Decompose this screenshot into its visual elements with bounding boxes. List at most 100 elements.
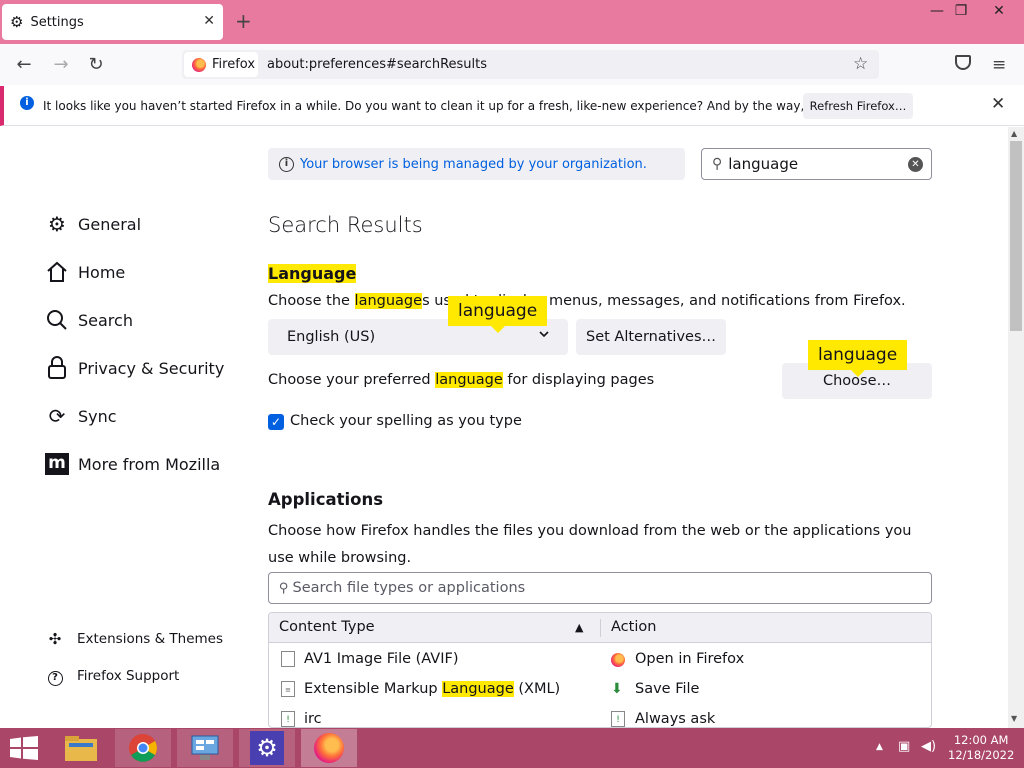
applications-table: Content Type ▲ Action AV1 Image File (AV…: [268, 612, 932, 728]
forward-button[interactable]: →: [51, 55, 71, 75]
search-icon: [44, 307, 70, 333]
help-icon: ?: [46, 666, 64, 686]
tab-settings[interactable]: ⚙ Settings ✕: [2, 4, 223, 40]
column-header-action[interactable]: Action: [611, 619, 656, 635]
notification-close-icon[interactable]: ✕: [991, 94, 1005, 114]
preferences-search-input[interactable]: ⚲ language ✕: [701, 148, 932, 180]
network-icon[interactable]: ▣: [898, 739, 910, 754]
windows-start-icon[interactable]: [10, 736, 38, 764]
applications-search-placeholder: Search file types or applications: [292, 580, 526, 596]
refresh-firefox-button[interactable]: Refresh Firefox…: [803, 93, 913, 119]
xml-file-icon: ≡: [281, 681, 295, 697]
sidebar-item-home[interactable]: Home: [44, 259, 125, 285]
content-type-cell: AV1 Image File (AVIF): [304, 651, 459, 667]
sidebar-firefox-support[interactable]: ? Firefox Support: [46, 666, 179, 686]
sidebar-item-label: Home: [78, 262, 126, 282]
sidebar-item-general[interactable]: ⚙ General: [44, 211, 141, 237]
puzzle-icon: ✣: [48, 630, 62, 648]
tab-title: Settings: [30, 14, 84, 30]
search-icon: ⚲: [279, 580, 289, 596]
reload-button[interactable]: ↻: [86, 55, 106, 75]
gear-icon: ⚙: [48, 212, 66, 236]
sync-icon: ⟳: [48, 404, 66, 428]
sidebar-item-sync[interactable]: ⟳ Sync: [44, 403, 117, 429]
gear-icon: ⚙: [10, 13, 24, 31]
sort-ascending-icon: ▲: [575, 621, 584, 634]
preferred-language-text: Choose your preferred language for displ…: [268, 372, 655, 388]
identity-box[interactable]: Firefox: [184, 52, 258, 77]
sidebar-item-search[interactable]: Search: [44, 307, 133, 333]
file-explorer-icon[interactable]: [53, 729, 109, 767]
maximize-button[interactable]: ❐: [946, 2, 976, 22]
lock-icon: [44, 355, 70, 381]
settings-app-icon[interactable]: ⚙: [239, 729, 295, 767]
identity-label: Firefox: [212, 57, 256, 72]
tab-close-icon[interactable]: ✕: [203, 13, 215, 29]
file-icon: [281, 651, 295, 667]
home-icon: [44, 259, 70, 285]
search-icon: ⚲: [712, 156, 723, 172]
column-header-content-type[interactable]: Content Type: [279, 619, 375, 635]
save-file-icon: ⬇: [611, 681, 623, 697]
table-row[interactable]: ≡ Extensible Markup Language (XML) ⬇ Sav…: [269, 675, 931, 705]
managed-notice-text: Your browser is being managed by your or…: [300, 156, 647, 172]
clock[interactable]: 12:00 AM 12/18/2022: [948, 733, 1014, 763]
set-alternatives-button[interactable]: Set Alternatives…: [576, 319, 726, 355]
action-cell: Open in Firefox: [635, 651, 745, 667]
language-description: Choose the languages used to display men…: [268, 293, 906, 309]
language-heading: Language: [268, 264, 357, 283]
firefox-icon: [192, 57, 206, 72]
info-icon: i: [279, 156, 294, 172]
chevron-down-icon: [538, 328, 550, 343]
sidebar-item-label: Sync: [78, 406, 117, 426]
firefox-icon: [611, 653, 625, 667]
always-ask-icon: !: [611, 711, 625, 727]
applications-heading: Applications: [268, 490, 384, 509]
sidebar-item-more-from-mozilla[interactable]: m More from Mozilla: [44, 451, 220, 477]
notification-text: It looks like you haven’t started Firefo…: [43, 99, 899, 113]
sidebar-footer-label: Firefox Support: [77, 668, 180, 684]
clear-search-icon[interactable]: ✕: [908, 157, 923, 172]
spell-check-checkbox[interactable]: ✓: [268, 414, 284, 430]
app-menu-icon[interactable]: ≡: [992, 55, 1006, 75]
scroll-down-arrow-icon[interactable]: ▼: [1011, 714, 1017, 723]
column-divider: [600, 619, 601, 637]
scroll-up-arrow-icon[interactable]: ▲: [1011, 129, 1017, 138]
managed-notice[interactable]: i Your browser is being managed by your …: [268, 148, 685, 180]
sidebar-item-privacy[interactable]: Privacy & Security: [44, 355, 224, 381]
applications-search-input[interactable]: ⚲ Search file types or applications: [268, 572, 932, 604]
action-cell: Always ask: [635, 711, 716, 727]
bookmark-star-icon[interactable]: ☆: [853, 54, 868, 74]
sidebar-footer-label: Extensions & Themes: [77, 631, 224, 647]
clock-date: 12/18/2022: [948, 748, 1015, 762]
sidebar-item-label: Privacy & Security: [78, 358, 225, 378]
url-text[interactable]: about:preferences#searchResults: [267, 57, 487, 72]
table-row[interactable]: ! irc ! Always ask: [269, 705, 931, 727]
show-hidden-icons-icon[interactable]: ▲: [876, 742, 883, 752]
sidebar-item-label: Search: [78, 310, 133, 330]
table-header: Content Type ▲ Action: [269, 613, 931, 643]
search-tooltip: language: [448, 296, 548, 333]
sidebar-extensions-themes[interactable]: ✣ Extensions & Themes: [46, 630, 223, 648]
clock-time: 12:00 AM: [953, 733, 1009, 747]
close-window-button[interactable]: ✕: [984, 2, 1014, 22]
scrollbar-thumb[interactable]: [1010, 141, 1022, 331]
sidebar-item-label: General: [78, 214, 142, 234]
search-tooltip: language: [808, 340, 908, 377]
mozilla-icon: m: [44, 451, 70, 477]
volume-icon[interactable]: ◀): [921, 739, 936, 754]
back-button[interactable]: ←: [14, 55, 34, 75]
spell-check-label[interactable]: Check your spelling as you type: [290, 413, 522, 429]
control-panel-icon[interactable]: [177, 729, 233, 767]
content-type-cell: Extensible Markup Language (XML): [304, 681, 561, 697]
language-selected-value: English (US): [287, 329, 376, 345]
content-type-cell: irc: [304, 711, 322, 727]
new-tab-button[interactable]: +: [235, 10, 252, 32]
search-value: language: [728, 155, 799, 173]
page-title: Search Results: [268, 213, 423, 237]
chrome-icon[interactable]: [115, 729, 171, 767]
applications-description: Choose how Firefox handles the files you…: [268, 523, 912, 566]
sidebar-item-label: More from Mozilla: [78, 454, 221, 474]
table-row[interactable]: AV1 Image File (AVIF) Open in Firefox: [269, 645, 931, 675]
firefox-taskbar-icon[interactable]: [301, 729, 357, 767]
